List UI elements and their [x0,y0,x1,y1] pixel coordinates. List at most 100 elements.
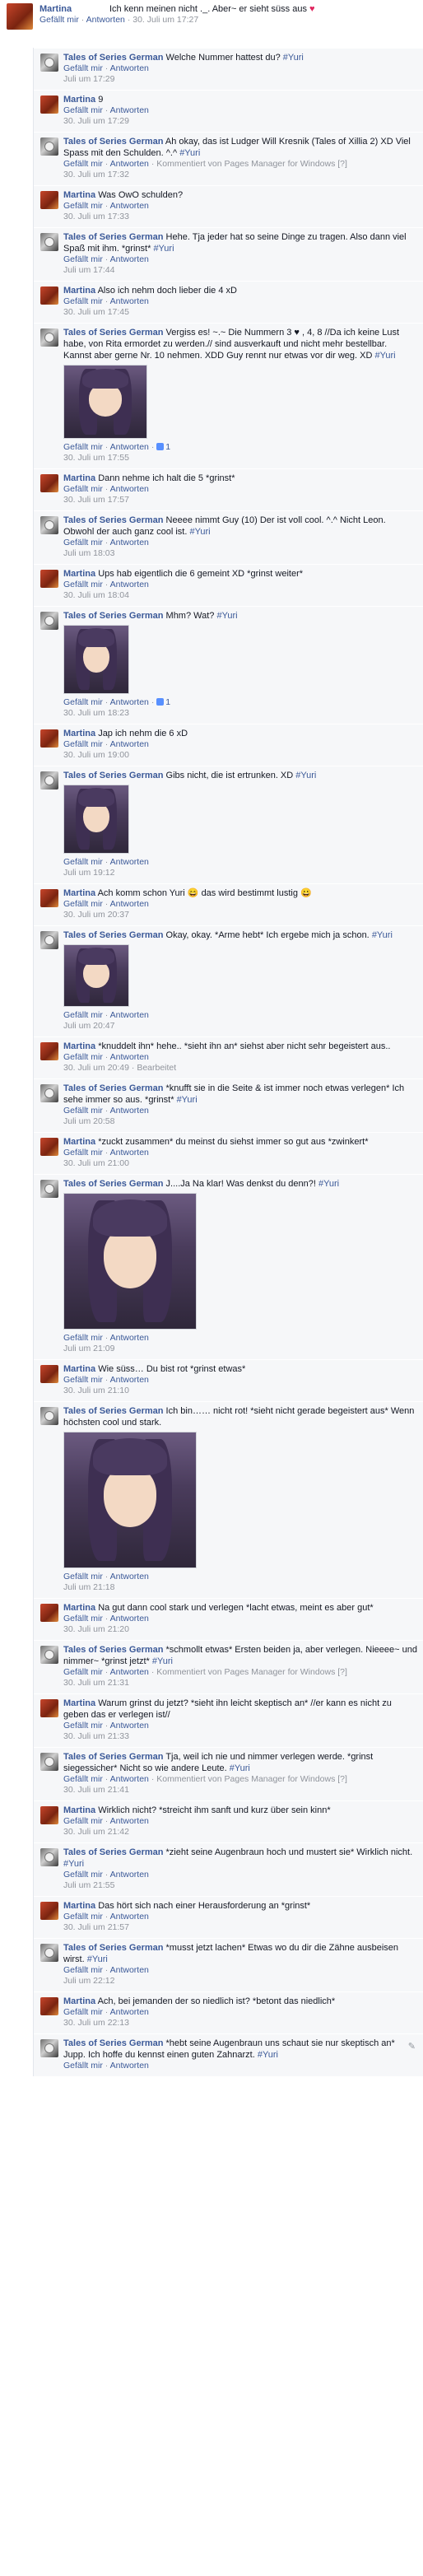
like-button[interactable]: Gefällt mir [63,1614,103,1623]
hashtag-link[interactable]: #Yuri [179,148,200,158]
reply-button[interactable]: Antworten [110,538,149,547]
reply-button[interactable]: Antworten [110,697,149,707]
hashtag-link[interactable]: #Yuri [152,1656,173,1666]
timestamp[interactable]: 30. Juli um 17:45 [63,307,129,317]
timestamp[interactable]: 30. Juli um 21:31 [63,1678,129,1688]
like-button[interactable]: Gefällt mir [63,538,103,547]
like-button[interactable]: Gefällt mir [63,484,103,494]
timestamp[interactable]: 30. Juli um 21:33 [63,1731,129,1741]
reply-button[interactable]: Antworten [110,857,149,867]
avatar[interactable] [40,771,58,790]
commenter-name[interactable]: Tales of Series German [63,1406,163,1416]
reply-button[interactable]: Antworten [110,1870,149,1880]
like-button[interactable]: Gefällt mir [63,1572,103,1581]
commenter-name[interactable]: Martina [63,473,95,483]
like-button[interactable]: Gefällt mir [63,63,103,73]
commenter-name[interactable]: Martina [63,729,95,738]
avatar[interactable] [40,1944,58,1962]
avatar[interactable] [40,54,58,72]
commenter-name[interactable]: Tales of Series German [63,1083,163,1093]
like-button[interactable]: Gefällt mir [63,1375,103,1385]
avatar[interactable] [40,1604,58,1622]
hashtag-link[interactable]: #Yuri [216,611,237,621]
reply-button[interactable]: Antworten [110,1375,149,1385]
commenter-name[interactable]: Tales of Series German [63,1847,163,1857]
hashtag-link[interactable]: #Yuri [258,2050,278,2060]
avatar[interactable] [40,95,58,114]
avatar[interactable] [40,328,58,347]
avatar[interactable] [40,137,58,156]
timestamp[interactable]: Juli um 22:12 [63,1976,114,1986]
timestamp[interactable]: 30. Juli um 21:10 [63,1386,129,1395]
reply-button[interactable]: Antworten [110,201,149,211]
like-button[interactable]: Gefällt mir [63,2007,103,2017]
timestamp[interactable]: 30. Juli um 19:00 [63,750,129,760]
like-button[interactable]: Gefällt mir [63,899,103,909]
commenter-name[interactable]: Tales of Series German [63,232,163,242]
like-button[interactable]: Gefällt mir [63,296,103,306]
timestamp[interactable]: Juli um 21:18 [63,1582,114,1592]
avatar[interactable] [40,729,58,748]
avatar[interactable] [40,1902,58,1920]
avatar[interactable] [40,889,58,907]
commenter-name[interactable]: Tales of Series German [63,1943,163,1953]
reply-button[interactable]: Antworten [110,159,149,169]
avatar[interactable] [40,2039,58,2057]
commenter-name[interactable]: Martina [63,190,95,200]
like-button[interactable]: Gefällt mir [63,1816,103,1826]
hashtag-link[interactable]: #Yuri [372,930,393,940]
hashtag-link[interactable]: #Yuri [63,1859,84,1869]
commenter-name[interactable]: Martina [63,1364,95,1374]
avatar[interactable] [40,516,58,534]
attached-image[interactable] [63,365,147,439]
commenter-name[interactable]: Tales of Series German [63,1179,163,1189]
avatar[interactable] [40,612,58,630]
edited-label[interactable]: Bearbeitet [137,1063,176,1073]
timestamp[interactable]: 30. Juli um 17:33 [63,212,129,221]
hashtag-link[interactable]: #Yuri [153,244,174,254]
hashtag-link[interactable]: #Yuri [295,771,316,780]
reply-button[interactable]: Antworten [110,296,149,306]
commenter-name[interactable]: Tales of Series German [63,53,163,63]
reply-button[interactable]: Antworten [110,1667,149,1677]
commenter-name[interactable]: Martina [63,1603,95,1613]
avatar[interactable] [40,1042,58,1060]
avatar[interactable] [40,1365,58,1383]
like-button[interactable]: Gefällt mir [63,105,103,115]
reply-button[interactable]: Antworten [110,899,149,909]
like-button[interactable]: Gefällt mir [63,1870,103,1880]
timestamp[interactable]: 30. Juli um 21:41 [63,1785,129,1795]
hashtag-link[interactable]: #Yuri [87,1954,108,1964]
reply-button[interactable]: Antworten [110,1052,149,1062]
avatar[interactable] [40,286,58,305]
commenter-name[interactable]: Martina [63,1901,95,1911]
avatar[interactable] [40,1138,58,1156]
like-button[interactable]: Gefällt mir [63,1667,103,1677]
commenter-name[interactable]: Tales of Series German [63,1752,163,1762]
timestamp[interactable]: Juli um 21:09 [63,1344,114,1353]
reply-button[interactable]: Antworten [110,105,149,115]
commenter-name[interactable]: Martina [63,95,95,105]
commenter-name[interactable]: Tales of Series German [63,611,163,621]
commenter-name[interactable]: Tales of Series German [63,515,163,525]
reply-button[interactable]: Antworten [110,1721,149,1731]
hashtag-link[interactable]: #Yuri [374,351,395,361]
like-button[interactable]: Gefällt mir [63,254,103,264]
commenter-name[interactable]: Martina [63,286,95,296]
commenter-name[interactable]: Tales of Series German [63,328,163,338]
like-count[interactable]: 1 [156,697,170,707]
timestamp[interactable]: 30. Juli um 21:20 [63,1624,129,1634]
reply-button[interactable]: Antworten [110,63,149,73]
avatar[interactable] [40,233,58,251]
timestamp[interactable]: 30. Juli um 20:49 [63,1063,129,1073]
avatar[interactable] [40,931,58,949]
like-button[interactable]: Gefällt mir [63,201,103,211]
reply-button[interactable]: Antworten [110,484,149,494]
reply-button[interactable]: Antworten [110,739,149,749]
timestamp[interactable]: Juli um 18:03 [63,548,114,558]
like-button[interactable]: Gefällt mir [63,580,103,589]
like-button[interactable]: Gefällt mir [63,739,103,749]
timestamp[interactable]: 30. Juli um 17:55 [63,453,129,463]
avatar[interactable] [40,191,58,209]
hashtag-link[interactable]: #Yuri [283,53,304,63]
